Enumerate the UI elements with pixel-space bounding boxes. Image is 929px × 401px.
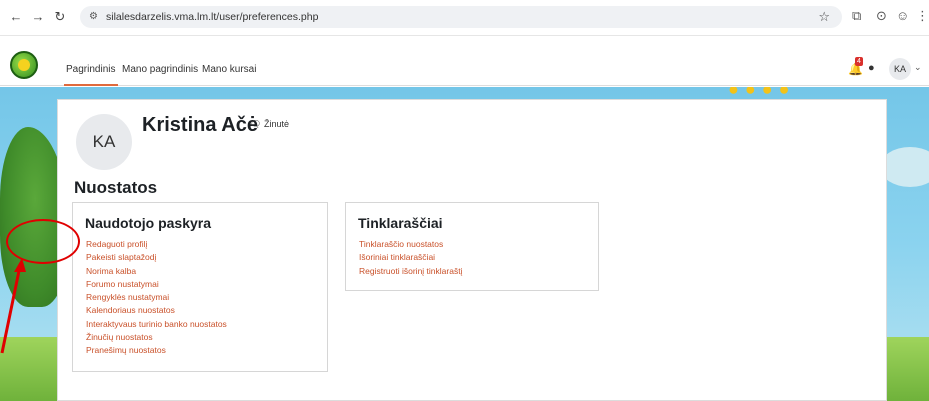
site-info-icon[interactable]: ⚙ (89, 11, 98, 22)
back-icon[interactable]: ← (8, 9, 24, 25)
message-bubble-icon: 🗨 (250, 119, 262, 129)
link-blog-preferences[interactable]: Tinklaraščio nuostatos (359, 238, 462, 251)
user-account-section: Naudotojo paskyra Redaguoti profilį Pake… (72, 202, 328, 372)
blogs-section: Tinklaraščiai Tinklaraščio nuostatos Išo… (345, 202, 599, 291)
nav-item-home[interactable]: Pagrindinis (66, 64, 115, 75)
address-bar[interactable]: ⚙ silalesdarzelis.vma.lm.lt/user/prefere… (80, 6, 842, 28)
url-text: silalesdarzelis.vma.lm.lt/user/preferenc… (106, 11, 319, 23)
profile-icon[interactable]: ☺ (896, 8, 909, 23)
link-preferred-language[interactable]: Norima kalba (86, 265, 227, 278)
profile-name: Kristina Ačė (142, 114, 258, 136)
page-title: Nuostatos (74, 178, 158, 197)
active-tab-indicator (64, 84, 118, 86)
extensions-icon[interactable]: ⧉ (852, 8, 861, 24)
logo-emblem (18, 59, 30, 71)
user-menu-avatar[interactable]: KA (889, 58, 911, 80)
blogs-links: Tinklaraščio nuostatos Išoriniai tinklar… (359, 238, 462, 278)
link-register-external-blog[interactable]: Registruoti išorinį tinklaraštį (359, 265, 462, 278)
messages-icon[interactable]: ● (868, 62, 875, 74)
link-editor-preferences[interactable]: Rengyklės nustatymai (86, 291, 227, 304)
cloud-illustration (880, 147, 929, 187)
notification-badge: 4 (855, 57, 863, 66)
link-calendar-preferences[interactable]: Kalendoriaus nuostatos (86, 304, 227, 317)
downloads-icon[interactable]: ⊙ (876, 8, 887, 24)
nav-item-dashboard[interactable]: Mano pagrindinis (122, 64, 198, 75)
menu-icon[interactable]: ⋮ (916, 8, 929, 24)
profile-avatar[interactable]: KA (76, 114, 132, 170)
link-content-bank-preferences[interactable]: Interaktyvaus turinio banko nuostatos (86, 318, 227, 331)
bookmark-star-icon[interactable]: ☆ (818, 9, 830, 25)
link-external-blogs[interactable]: Išoriniai tinklaraščiai (359, 251, 462, 264)
link-forum-preferences[interactable]: Forumo nustatymai (86, 278, 227, 291)
reload-icon[interactable]: ↻ (52, 9, 68, 25)
site-logo[interactable] (10, 51, 38, 79)
browser-toolbar: ← → ↻ ⚙ silalesdarzelis.vma.lm.lt/user/p… (0, 0, 929, 36)
annotation-arrow (0, 258, 26, 354)
chevron-down-icon[interactable]: ⌄ (914, 62, 922, 73)
nav-item-my-courses[interactable]: Mano kursai (202, 64, 256, 75)
section-title: Naudotojo paskyra (85, 215, 212, 231)
message-button[interactable]: 🗨 Žinutė (250, 119, 289, 130)
user-account-links: Redaguoti profilį Pakeisti slaptažodį No… (86, 238, 227, 358)
site-navbar: Pagrindinis Mano pagrindinis Mano kursai… (0, 36, 929, 86)
link-change-password[interactable]: Pakeisti slaptažodį (86, 251, 227, 264)
link-message-preferences[interactable]: Žinučių nuostatos (86, 331, 227, 344)
message-label: Žinutė (263, 119, 289, 129)
section-title: Tinklaraščiai (358, 215, 443, 231)
link-notification-preferences[interactable]: Pranešimų nuostatos (86, 344, 227, 357)
forward-icon[interactable]: → (30, 9, 46, 25)
link-edit-profile[interactable]: Redaguoti profilį (86, 238, 227, 251)
